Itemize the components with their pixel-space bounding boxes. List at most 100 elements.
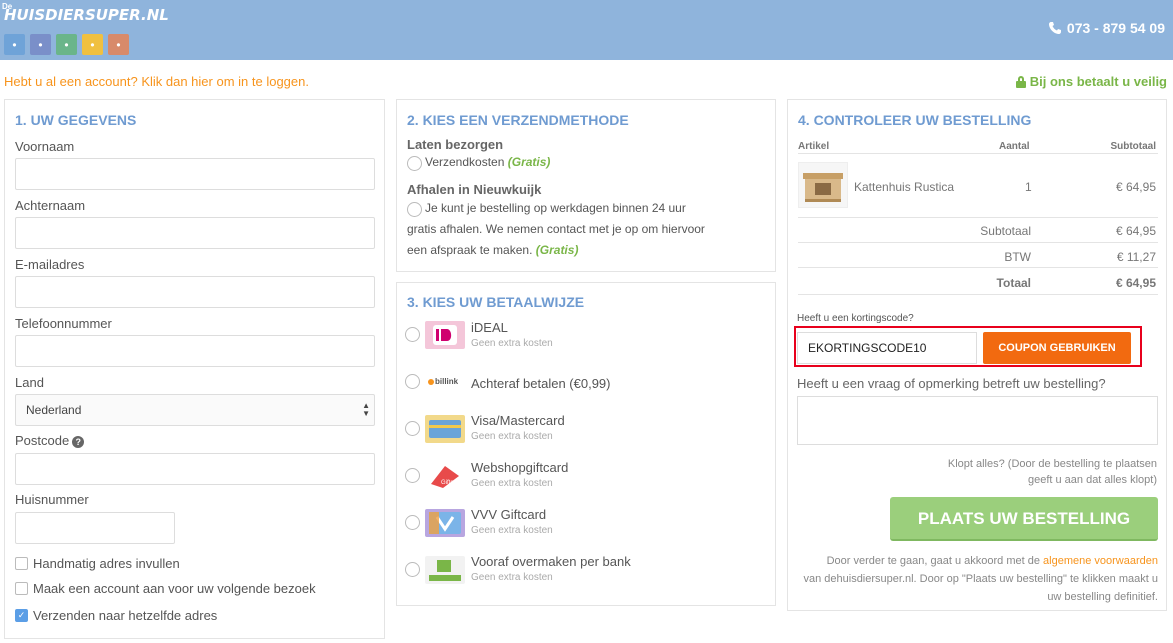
- payment-option-ideal[interactable]: iDEAL Geen extra kosten: [397, 315, 777, 361]
- payment-radio[interactable]: [405, 421, 420, 436]
- payment-radio[interactable]: [405, 468, 420, 483]
- question-label: Heeft u een vraag of opmerking betreft u…: [797, 376, 1106, 391]
- gratis-label: (Gratis): [535, 243, 579, 257]
- vvv-logo-icon: [425, 509, 465, 537]
- section-title: 2. KIES EEN VERZENDMETHODE: [407, 112, 629, 128]
- payment-name: VVV Giftcard: [471, 507, 547, 522]
- confirm-line1: Klopt alles? (Door de bestelling te plaa…: [947, 458, 1157, 470]
- secure-payment-notice: Bij ons betaalt u veilig: [1015, 74, 1167, 89]
- login-link[interactable]: Hebt u al een account? Klik dan hier om …: [4, 74, 309, 89]
- pickup-line1: Je kunt je bestelling op werkdagen binne…: [425, 201, 686, 215]
- question-textarea[interactable]: [797, 396, 1158, 445]
- product-image[interactable]: [798, 162, 848, 208]
- confirm-line2: geeft u aan dat alles klopt): [1027, 474, 1157, 486]
- section-title: 4. CONTROLEER UW BESTELLING: [798, 112, 1032, 128]
- same-address-option[interactable]: ✓ Verzenden naar hetzelfde adres: [15, 608, 217, 623]
- lock-icon: [1015, 75, 1026, 88]
- checkbox-label: Verzenden naar hetzelfde adres: [33, 608, 218, 623]
- subtotal-label: Subtotaal: [980, 224, 1031, 238]
- phone-number[interactable]: 073 - 879 54 09: [1048, 20, 1165, 36]
- apply-coupon-button[interactable]: COUPON GEBRUIKEN: [983, 332, 1131, 364]
- postcode-label-row: Postcode?: [15, 433, 85, 448]
- product-qty: 1: [1025, 180, 1032, 194]
- help-icon[interactable]: ?: [72, 436, 85, 448]
- postcode-input[interactable]: [15, 453, 375, 485]
- phone-text: 073 - 879 54 09: [1066, 20, 1165, 36]
- product-name[interactable]: Kattenhuis Rustica: [854, 180, 954, 194]
- last-name-input[interactable]: [15, 217, 375, 249]
- payment-radio[interactable]: [405, 562, 420, 577]
- payment-name: Vooraf overmaken per bank: [471, 554, 631, 569]
- billink-logo-icon: billink: [425, 369, 465, 397]
- delivery-option-text: Verzendkosten (Gratis): [425, 152, 550, 173]
- payment-name: Visa/Mastercard: [471, 413, 565, 428]
- manual-address-option[interactable]: Handmatig adres invullen: [15, 556, 180, 571]
- terms-line2: van dehuisdiersuper.nl. Door op "Plaats …: [803, 573, 1158, 585]
- terms-prefix: Door verder te gaan, gaat u akkoord met …: [826, 555, 1040, 567]
- section-title: 3. KIES UW BETAALWIJZE: [407, 294, 585, 310]
- payment-name: Webshopgiftcard: [471, 460, 569, 475]
- country-select[interactable]: Nederland ▲ ▼: [15, 394, 375, 426]
- divider: [798, 242, 1158, 243]
- delivery-radio[interactable]: [407, 156, 422, 171]
- checkbox[interactable]: [15, 582, 28, 595]
- svg-text:Giftcard: Giftcard: [441, 480, 462, 486]
- payment-radio[interactable]: [405, 374, 420, 389]
- payment-method-panel: 3. KIES UW BETAALWIJZE iDEAL Geen extra …: [396, 282, 776, 606]
- delivery-option-label: Verzendkosten: [425, 155, 505, 169]
- terms-line3: uw bestelling definitief.: [1047, 591, 1158, 603]
- checkbox-label: Maak een account aan voor uw volgende be…: [33, 581, 316, 596]
- pickup-radio[interactable]: [407, 202, 422, 217]
- site-logo[interactable]: De HUISDIERSUPER.NL • • • • •: [2, 2, 169, 56]
- phone-icon: [1048, 22, 1061, 34]
- email-input[interactable]: [15, 276, 375, 308]
- payment-option-webshopgiftcard[interactable]: Giftcard Webshopgiftcard Geen extra kost…: [397, 456, 777, 502]
- select-arrows-icon: ▲ ▼: [362, 401, 370, 418]
- total-value: € 64,95: [1115, 276, 1156, 290]
- payment-sub: Geen extra kosten: [471, 525, 553, 536]
- bank-transfer-logo-icon: [425, 556, 465, 584]
- delivery-title: Laten bezorgen: [407, 137, 504, 152]
- shipping-method-panel: 2. KIES EEN VERZENDMETHODE Laten bezorge…: [396, 99, 776, 272]
- house-number-input[interactable]: [15, 512, 175, 544]
- coupon-code-input[interactable]: EKORTINGSCODE10: [797, 332, 977, 364]
- horse-icon: •: [108, 34, 129, 55]
- payment-name: iDEAL: [471, 320, 508, 335]
- logo-text: HUISDIERSUPER.NL: [4, 6, 169, 24]
- place-order-button[interactable]: PLAATS UW BESTELLING: [890, 497, 1158, 541]
- create-account-option[interactable]: Maak een account aan voor uw volgende be…: [15, 581, 316, 596]
- terms-link[interactable]: algemene voorwaarden: [1043, 555, 1158, 567]
- country-value: Nederland: [26, 403, 82, 417]
- column-article: Artikel: [798, 141, 830, 152]
- product-price: € 64,95: [1115, 180, 1156, 194]
- divider: [798, 153, 1158, 154]
- divider: [798, 267, 1158, 268]
- last-name-label: Achternaam: [15, 198, 86, 213]
- pickup-line3-row: een afspraak te maken. (Gratis): [407, 240, 578, 261]
- subtotal-value: € 64,95: [1115, 224, 1156, 238]
- checkbox-checked[interactable]: ✓: [15, 609, 28, 622]
- payment-option-vvv[interactable]: VVV Giftcard Geen extra kosten: [397, 503, 777, 549]
- checkbox-label: Handmatig adres invullen: [33, 556, 180, 571]
- payment-radio[interactable]: [405, 327, 420, 342]
- divider: [798, 217, 1158, 218]
- checkbox[interactable]: [15, 557, 28, 570]
- postcode-label: Postcode: [15, 433, 70, 448]
- webshopgiftcard-logo-icon: Giftcard: [425, 462, 465, 490]
- phone-input[interactable]: [15, 335, 375, 367]
- first-name-label: Voornaam: [15, 139, 75, 154]
- first-name-input[interactable]: [15, 158, 375, 190]
- payment-option-bank-transfer[interactable]: Vooraf overmaken per bank Geen extra kos…: [397, 550, 777, 596]
- payment-sub: Geen extra kosten: [471, 431, 553, 442]
- column-subtotal: Subtotaal: [1110, 141, 1156, 152]
- payment-sub: Geen extra kosten: [471, 572, 553, 583]
- ideal-logo-icon: [425, 321, 465, 349]
- payment-radio[interactable]: [405, 515, 420, 530]
- reptile-icon: •: [56, 34, 77, 55]
- payment-option-billink[interactable]: billink Achteraf betalen (€0,99): [397, 363, 777, 409]
- payment-sub: Geen extra kosten: [471, 338, 553, 349]
- terms-notice: Door verder te gaan, gaat u akkoord met …: [797, 552, 1158, 606]
- column-qty: Aantal: [999, 141, 1030, 152]
- vat-label: BTW: [1004, 250, 1031, 264]
- payment-option-creditcard[interactable]: Visa/Mastercard Geen extra kosten: [397, 409, 777, 455]
